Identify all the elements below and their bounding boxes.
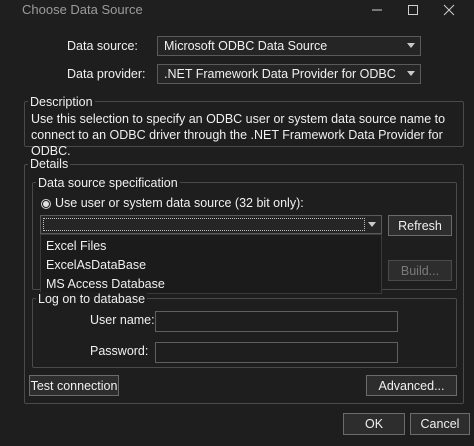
- username-label: User name:: [90, 313, 155, 327]
- ok-button[interactable]: OK: [343, 413, 405, 435]
- build-button[interactable]: Build...: [388, 260, 452, 281]
- cancel-button[interactable]: Cancel: [410, 413, 470, 435]
- dsn-focus-rect: [43, 218, 365, 231]
- data-provider-label: Data provider:: [67, 67, 146, 81]
- user-system-dsn-radio[interactable]: [41, 199, 51, 209]
- data-provider-value: .NET Framework Data Provider for ODBC: [164, 67, 396, 81]
- dropdown-item-excel-files[interactable]: Excel Files: [41, 237, 381, 256]
- advanced-button[interactable]: Advanced...: [366, 375, 457, 396]
- dsn-combo[interactable]: [40, 215, 382, 234]
- maximize-icon: [407, 4, 419, 19]
- data-source-combo[interactable]: Microsoft ODBC Data Source: [157, 36, 421, 56]
- window-title: Choose Data Source: [22, 2, 143, 17]
- close-button[interactable]: [432, 0, 466, 22]
- password-input[interactable]: [155, 342, 398, 363]
- logon-title: Log on to database: [36, 292, 148, 306]
- maximize-button[interactable]: [396, 0, 430, 22]
- minimize-icon: [371, 4, 383, 19]
- test-connection-button[interactable]: Test connection: [29, 375, 119, 396]
- chevron-down-icon: [407, 71, 415, 76]
- dropdown-item-excelasdatabase[interactable]: ExcelAsDataBase: [41, 256, 381, 275]
- username-input[interactable]: [155, 311, 398, 332]
- password-label: Password:: [90, 344, 149, 358]
- data-provider-combo[interactable]: .NET Framework Data Provider for ODBC: [157, 64, 421, 84]
- details-title: Details: [28, 157, 71, 171]
- data-source-label: Data source:: [67, 39, 138, 53]
- close-icon: [443, 4, 455, 19]
- chevron-down-icon: [407, 43, 415, 48]
- user-system-dsn-label: Use user or system data source (32 bit o…: [55, 196, 304, 210]
- dsn-dropdown-list: Excel Files ExcelAsDataBase MS Access Da…: [40, 234, 382, 294]
- refresh-button[interactable]: Refresh: [388, 215, 452, 236]
- spec-title: Data source specification: [36, 176, 180, 190]
- radio-selected-dot: [43, 201, 49, 207]
- chevron-down-icon: [368, 222, 376, 227]
- description-text: Use this selection to specify an ODBC us…: [31, 112, 446, 158]
- description-title: Description: [28, 95, 95, 109]
- data-source-value: Microsoft ODBC Data Source: [164, 39, 328, 53]
- minimize-button[interactable]: [360, 0, 394, 22]
